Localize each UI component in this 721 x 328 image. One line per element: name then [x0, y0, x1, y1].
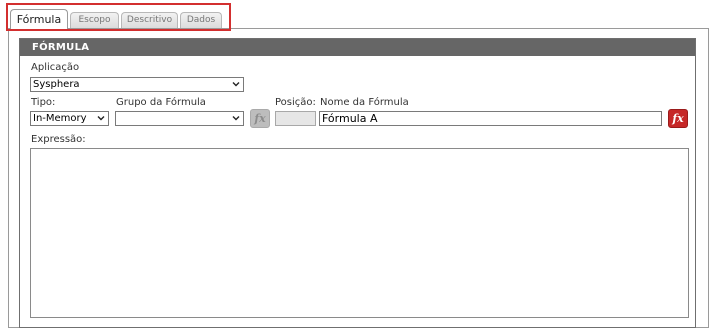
section-title: FÓRMULA [20, 39, 695, 56]
expressao-textarea[interactable] [30, 148, 689, 318]
tab-descritivo[interactable]: Descritivo [121, 12, 178, 28]
posicao-label: Posição: [275, 97, 316, 108]
tab-formula[interactable]: Fórmula [10, 9, 68, 30]
tab-escopo[interactable]: Escopo [70, 12, 119, 28]
tipo-value: In-Memory [33, 113, 87, 124]
function-fx-icon: fx [254, 112, 266, 125]
posicao-input[interactable] [275, 111, 316, 126]
nome-input[interactable]: Fórmula A [319, 111, 662, 126]
grupo-label: Grupo da Fórmula [116, 97, 206, 108]
chevron-down-icon [97, 116, 105, 121]
tab-dados[interactable]: Dados [180, 12, 222, 28]
chevron-down-icon [232, 82, 240, 87]
nome-label: Nome da Fórmula [320, 97, 409, 108]
expressao-label: Expressão: [31, 134, 86, 145]
aplicacao-label: Aplicação [31, 62, 80, 73]
grupo-select[interactable] [115, 111, 244, 126]
chevron-down-icon [232, 116, 240, 121]
group-fx-button[interactable]: fx [250, 109, 270, 128]
aplicacao-select[interactable]: Sysphera [30, 77, 244, 92]
tipo-select[interactable]: In-Memory [30, 111, 109, 126]
function-fx-icon: fx [672, 112, 684, 125]
aplicacao-value: Sysphera [33, 79, 80, 90]
tipo-label: Tipo: [31, 97, 56, 108]
name-fx-button[interactable]: fx [668, 109, 688, 128]
